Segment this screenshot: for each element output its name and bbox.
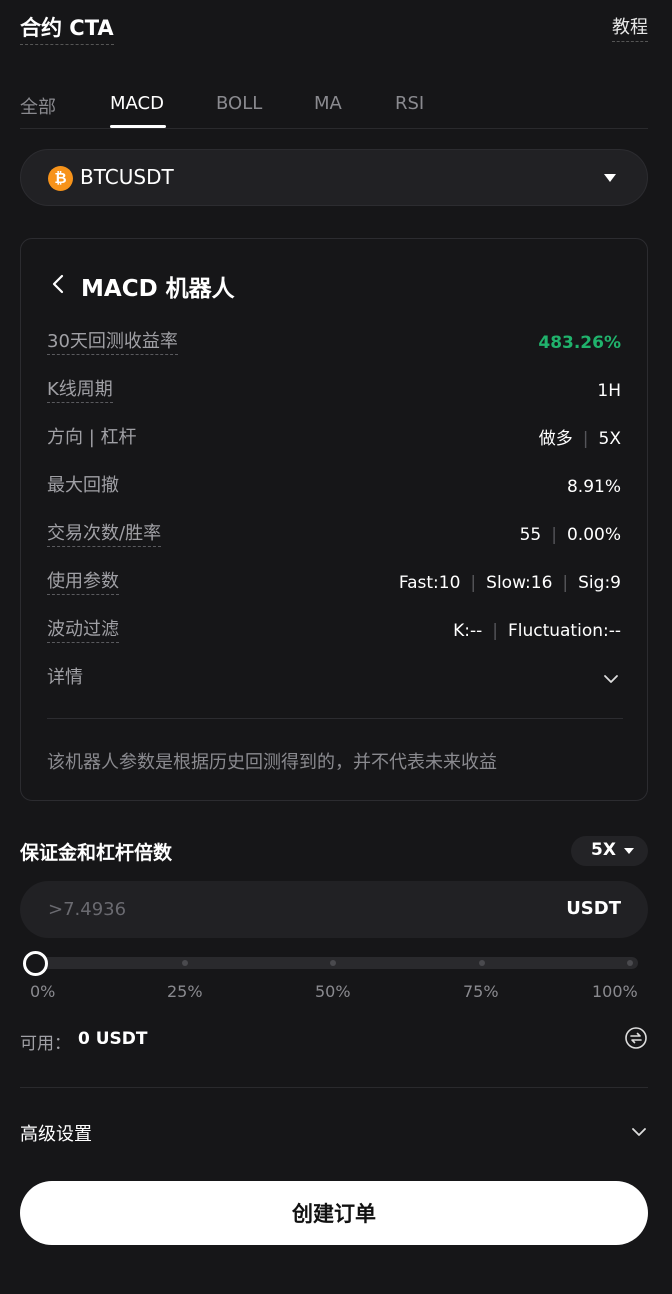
slider-stop[interactable] [330, 960, 336, 966]
param-slow: Slow:16 [486, 573, 553, 593]
drawdown-label: 最大回撤 [47, 475, 119, 496]
chevron-down-icon[interactable] [603, 671, 619, 687]
filter-fluctuation: Fluctuation:-- [507, 621, 621, 641]
pair-symbol: BTCUSDT [80, 165, 174, 189]
page-title: 合约 CTA [20, 12, 114, 45]
slider-stop[interactable] [627, 960, 633, 966]
tab-ma[interactable]: MA [314, 93, 342, 114]
leverage-selector[interactable]: 5X [571, 836, 648, 866]
param-fast: Fast:10 [398, 573, 461, 593]
leverage-value: 5X [598, 429, 621, 449]
card-title: MACD 机器人 [81, 276, 235, 302]
slider-stop[interactable] [182, 960, 188, 966]
caret-down-icon [624, 848, 634, 854]
tutorial-link[interactable]: 教程 [612, 13, 648, 42]
direction-leverage-value: 做多 | 5X [538, 429, 621, 449]
direction-label: 方向 | 杠杆 [47, 427, 137, 448]
transfer-icon[interactable] [624, 1026, 648, 1050]
bitcoin-icon: ₿ [48, 166, 73, 191]
margin-slider-track[interactable] [28, 957, 638, 969]
advanced-settings-toggle[interactable]: 高级设置 [20, 1120, 92, 1146]
card-divider [47, 718, 623, 719]
filter-k: K:-- [453, 621, 483, 641]
section-divider [20, 1087, 648, 1088]
available-value: 0 USDT [78, 1029, 148, 1049]
trades-label[interactable]: 交易次数/胜率 [47, 523, 162, 547]
disclaimer-text: 该机器人参数是根据历史回测得到的，并不代表未来收益 [47, 752, 497, 773]
amount-unit: USDT [566, 898, 621, 919]
tab-rsi[interactable]: RSI [395, 93, 424, 114]
slider-tick-label: 50% [315, 982, 351, 1001]
chevron-down-icon[interactable] [631, 1124, 647, 1140]
trades-winrate-value: 55 | 0.00% [519, 525, 621, 545]
winrate-value: 0.00% [566, 525, 621, 545]
chevron-left-icon[interactable] [48, 273, 70, 295]
active-tab-indicator [110, 125, 166, 128]
create-order-button[interactable]: 创建订单 [20, 1181, 648, 1245]
tab-all[interactable]: 全部 [20, 93, 56, 119]
trades-value: 55 [519, 525, 542, 545]
drawdown-value: 8.91% [566, 477, 621, 497]
kline-label[interactable]: K线周期 [47, 379, 113, 403]
direction-value: 做多 [538, 429, 573, 449]
strategy-tabs: 全部 MACD BOLL MA RSI [20, 80, 648, 129]
slider-tick-label: 25% [167, 982, 203, 1001]
margin-leverage-label: 保证金和杠杆倍数 [20, 842, 173, 864]
params-value: Fast:10 | Slow:16 | Sig:9 [398, 573, 621, 593]
return-label[interactable]: 30天回测收益率 [47, 331, 178, 355]
tab-boll[interactable]: BOLL [216, 93, 262, 114]
available-label: 可用： [20, 1034, 71, 1054]
slider-stop[interactable] [479, 960, 485, 966]
pair-selector[interactable]: ₿ BTCUSDT [20, 149, 648, 206]
param-sig: Sig:9 [578, 573, 621, 593]
details-toggle[interactable]: 详情 [47, 667, 83, 690]
slider-tick-label: 0% [30, 982, 56, 1001]
tab-macd[interactable]: MACD [110, 93, 164, 114]
filter-label[interactable]: 波动过滤 [47, 619, 119, 643]
margin-slider-thumb[interactable] [23, 951, 48, 976]
margin-amount-field: USDT [20, 881, 648, 938]
slider-tick-label: 100% [592, 982, 638, 1001]
return-value: 483.26% [538, 333, 621, 353]
leverage-selected: 5X [591, 840, 616, 860]
margin-amount-input[interactable] [48, 895, 448, 923]
strategy-card: MACD 机器人 30天回测收益率 483.26% K线周期 1H 方向 | 杠… [20, 238, 648, 801]
kline-value: 1H [597, 381, 621, 401]
params-label[interactable]: 使用参数 [47, 571, 119, 595]
caret-down-icon [604, 174, 616, 182]
slider-tick-label: 75% [463, 982, 499, 1001]
filter-value: K:-- | Fluctuation:-- [453, 621, 621, 641]
